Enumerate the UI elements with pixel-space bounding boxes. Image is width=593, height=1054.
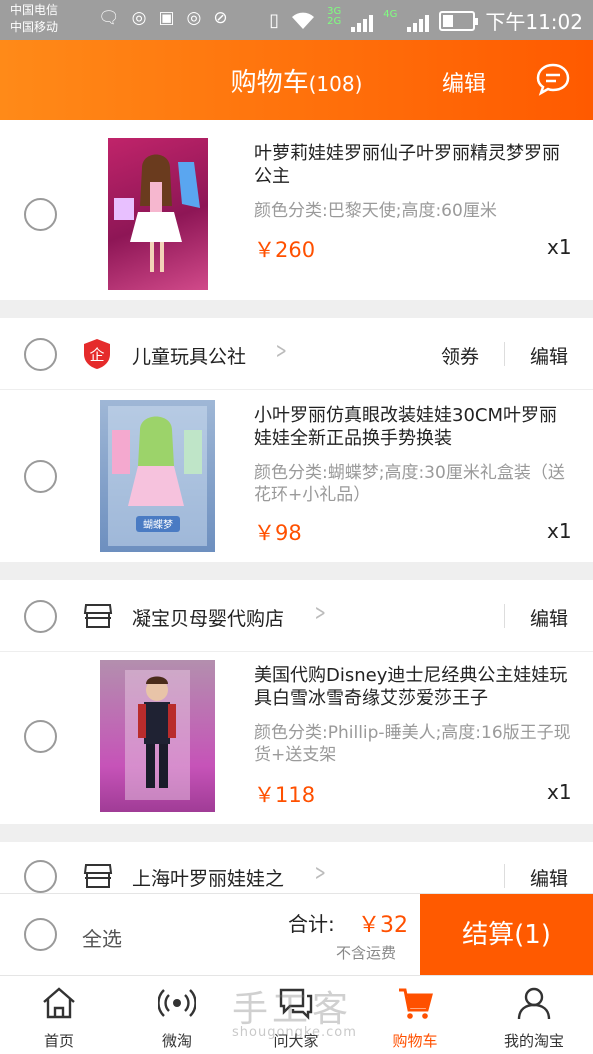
item-2-qty: x1 bbox=[547, 519, 572, 543]
clock: 下午11:02 bbox=[485, 10, 583, 34]
checkout-button[interactable]: 结算(1) bbox=[420, 894, 593, 976]
doll-image bbox=[125, 670, 190, 800]
header-edit-button[interactable]: 编辑 bbox=[442, 66, 486, 98]
net-type-2: 4G bbox=[383, 9, 398, 20]
status-bar: 中国电信 中国移动 🗨 ◎ ▣ ◎ ⊘ ▯ 3G 2G 4G 下午11:02 bbox=[0, 0, 593, 40]
cart-item-1: 叶萝莉娃娃罗丽仙子叶罗丽精灵梦罗丽公主 颜色分类:巴黎天使;高度:60厘米 ￥2… bbox=[0, 120, 593, 300]
checkout-bar: 全选 合计: ￥32 不含运费 结算(1) bbox=[0, 893, 593, 976]
vibrate-icon: ▯ bbox=[269, 10, 280, 31]
divider bbox=[504, 342, 505, 366]
battery-icon bbox=[439, 10, 479, 31]
item-3-checkbox[interactable] bbox=[24, 720, 57, 753]
tab-weitao[interactable]: 微淘 bbox=[118, 976, 236, 1054]
shop-3-name[interactable]: 上海叶罗丽娃娃之 bbox=[132, 864, 284, 891]
item-1-thumbnail[interactable] bbox=[108, 138, 208, 290]
shop-row-1: 企 儿童玩具公社 > 领券 编辑 bbox=[0, 318, 593, 390]
divider bbox=[504, 864, 505, 888]
chevron-right-icon[interactable]: > bbox=[276, 339, 287, 364]
home-icon bbox=[43, 987, 75, 1019]
signal-icon-2 bbox=[407, 10, 430, 32]
chat-bubble-icon: 🗨 bbox=[98, 8, 120, 28]
cart-item-3: 美国代购Disney迪士尼经典公主娃娃玩具白雪冰雪奇缘艾莎爱莎王子 颜色分类:P… bbox=[0, 652, 593, 824]
page-title: 购物车(108) bbox=[230, 68, 363, 98]
item-1-spec[interactable]: 颜色分类:巴黎天使;高度:60厘米 bbox=[254, 200, 574, 222]
signal-icon-1 bbox=[351, 10, 374, 32]
item-1-qty: x1 bbox=[547, 235, 572, 259]
store-icon bbox=[83, 604, 113, 628]
blocked-icon: ⊘ bbox=[213, 8, 228, 28]
shop-1-coupon-button[interactable]: 领券 bbox=[441, 342, 479, 369]
item-3-title[interactable]: 美国代购Disney迪士尼经典公主娃娃玩具白雪冰雪奇缘艾莎爱莎王子 bbox=[254, 664, 574, 710]
doll-image: 蝴蝶梦 bbox=[108, 406, 207, 546]
tab-label: 我的淘宝 bbox=[503, 1032, 564, 1050]
carrier-1: 中国电信 bbox=[10, 3, 59, 17]
wechat-icon-2: ◎ bbox=[186, 8, 202, 28]
cart-header: 购物车(108) 编辑 bbox=[0, 40, 593, 120]
total-label: 合计: bbox=[288, 912, 335, 936]
tab-label: 购物车 bbox=[392, 1032, 438, 1050]
shop-row-2: 凝宝贝母婴代购店 > 编辑 bbox=[0, 580, 593, 652]
tab-label: 微淘 bbox=[161, 1032, 192, 1050]
divider bbox=[504, 604, 505, 628]
wechat-icon: ◎ bbox=[131, 8, 147, 28]
doll-image bbox=[114, 154, 200, 272]
shop-2-name[interactable]: 凝宝贝母婴代购店 bbox=[132, 604, 284, 631]
carrier-2: 中国移动 bbox=[10, 20, 59, 34]
weitao-icon bbox=[158, 989, 196, 1017]
chevron-right-icon[interactable]: > bbox=[315, 601, 326, 626]
shop-row-3: 上海叶罗丽娃娃之 > 编辑 bbox=[0, 842, 593, 893]
item-3-qty: x1 bbox=[547, 780, 572, 804]
shop-1-name[interactable]: 儿童玩具公社 bbox=[132, 342, 246, 369]
item-3-price: ￥118 bbox=[254, 783, 316, 807]
item-2-checkbox[interactable] bbox=[24, 460, 57, 493]
net-type-1: 3G 2G bbox=[327, 5, 342, 27]
notification-icons: 🗨 ◎ ▣ ◎ ⊘ bbox=[98, 8, 228, 28]
shop-1-checkbox[interactable] bbox=[24, 338, 57, 371]
wifi-icon bbox=[292, 12, 315, 29]
tab-home[interactable]: 首页 bbox=[0, 976, 118, 1054]
svg-text:企: 企 bbox=[89, 346, 104, 364]
tab-my-taobao[interactable]: 我的淘宝 bbox=[475, 976, 593, 1054]
item-1-checkbox[interactable] bbox=[24, 198, 57, 231]
item-3-spec[interactable]: 颜色分类:Phillip-睡美人;高度:16版王子现货+送支架 bbox=[254, 722, 574, 766]
item-1-title[interactable]: 叶萝莉娃娃罗丽仙子叶罗丽精灵梦罗丽公主 bbox=[254, 142, 574, 188]
carrier-info: 中国电信 中国移动 bbox=[10, 2, 58, 36]
shop-3-checkbox[interactable] bbox=[24, 860, 57, 893]
shop-2-edit-button[interactable]: 编辑 bbox=[530, 604, 568, 631]
tab-label: 首页 bbox=[43, 1032, 74, 1050]
item-1-price: ￥260 bbox=[254, 238, 316, 262]
image-icon: ▣ bbox=[158, 8, 175, 28]
shop-3-edit-button[interactable]: 编辑 bbox=[530, 864, 568, 891]
cart-count: (108) bbox=[308, 72, 363, 96]
user-icon bbox=[517, 987, 551, 1020]
shipping-note: 不含运费 bbox=[336, 944, 397, 962]
item-2-spec[interactable]: 颜色分类:蝴蝶梦;高度:30厘米礼盒装（送花环+小礼品） bbox=[254, 462, 574, 506]
store-icon bbox=[83, 864, 113, 888]
tab-cart[interactable]: 购物车 bbox=[356, 976, 474, 1054]
select-all-checkbox[interactable] bbox=[24, 918, 57, 951]
item-2-price: ￥98 bbox=[254, 521, 302, 545]
item-2-thumbnail[interactable]: 蝴蝶梦 bbox=[100, 400, 215, 552]
watermark-url: shougongke.com bbox=[232, 1025, 357, 1040]
shop-1-edit-button[interactable]: 编辑 bbox=[530, 342, 568, 369]
message-icon[interactable] bbox=[535, 62, 571, 96]
cart-icon bbox=[399, 988, 433, 1019]
total-value: ￥32 bbox=[358, 913, 408, 938]
status-right: ▯ 3G 2G 4G 下午11:02 bbox=[269, 6, 583, 35]
cart-item-2: 蝴蝶梦 小叶罗丽仿真眼改装娃娃30CM叶罗丽娃娃全新正品换手势换装 颜色分类:蝴… bbox=[0, 390, 593, 562]
item-2-title[interactable]: 小叶罗丽仿真眼改装娃娃30CM叶罗丽娃娃全新正品换手势换装 bbox=[254, 404, 574, 450]
item-3-thumbnail[interactable] bbox=[100, 660, 215, 812]
shop-2-checkbox[interactable] bbox=[24, 600, 57, 633]
svg-text:蝴蝶梦: 蝴蝶梦 bbox=[143, 518, 173, 531]
shop-badge-icon: 企 bbox=[84, 339, 110, 369]
chevron-right-icon[interactable]: > bbox=[315, 861, 326, 886]
select-all-label[interactable]: 全选 bbox=[82, 923, 122, 952]
